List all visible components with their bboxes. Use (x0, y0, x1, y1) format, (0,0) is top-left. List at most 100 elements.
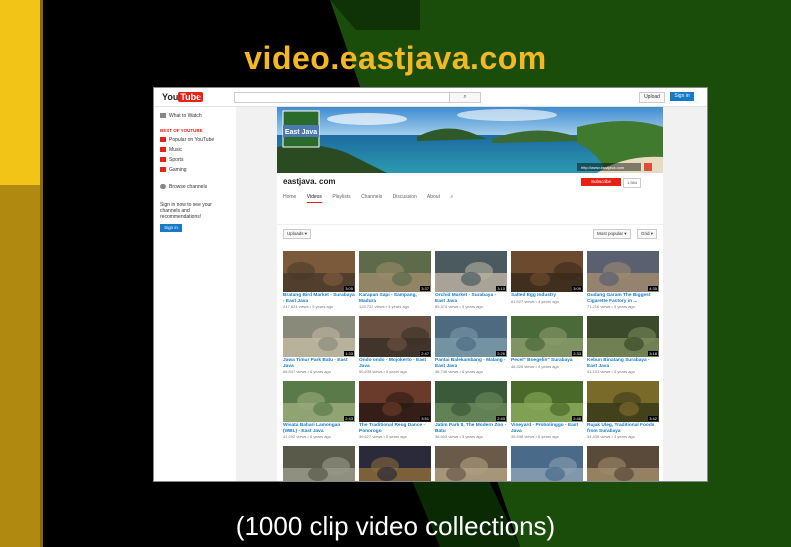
video-card[interactable]: 3:18 Kebun Binatang Surabaya - East Java 4… (587, 316, 659, 374)
sidebar-item-popular[interactable]: Popular on YouTube (160, 137, 214, 143)
tab-home[interactable]: Home (283, 194, 296, 200)
sidebar-item-music[interactable]: Music (160, 147, 182, 153)
video-duration: 2:30 (496, 481, 506, 482)
tab-videos[interactable]: Videos (306, 194, 322, 203)
sidebar-signin-button[interactable]: Sign in (160, 224, 182, 232)
video-thumbnail[interactable]: 2:33 (511, 316, 583, 357)
video-thumbnail[interactable]: 2:46 (511, 381, 583, 422)
sidebar-item-gaming[interactable]: Gaming (160, 167, 187, 173)
video-title[interactable]: The Traditional Reog Dance - Ponorogo (359, 423, 431, 434)
video-card[interactable]: 4:43Surabaya Over The Night (359, 446, 431, 482)
sidebar: What to Watch BEST OF YOUTUBE Popular on… (154, 107, 236, 481)
channel-name[interactable]: eastjava. com (283, 177, 335, 186)
video-card[interactable]: 1:33 Jawa Timur Park Batu - East Java 66,5… (283, 316, 355, 374)
video-title[interactable]: Ondo ondo - Mojokerto - East Java (359, 358, 431, 369)
video-thumbnail[interactable]: 4:35 (587, 251, 659, 292)
tab-channels[interactable]: Channels (361, 194, 382, 200)
view-dropdown[interactable]: Grid ▾ (637, 229, 658, 239)
video-duration: 3:09 (572, 286, 582, 291)
video-thumbnail[interactable]: 2:51 (587, 446, 659, 481)
subscribe-button[interactable]: Subscribe (581, 178, 621, 186)
video-thumbnail[interactable]: 3:48 (511, 446, 583, 481)
video-title[interactable]: Pecel" Boegelin" Surabaya (511, 358, 583, 364)
sort-dropdown[interactable]: Most popular ▾ (593, 229, 631, 239)
video-title[interactable]: Orchid Market - Surabaya - East Java (435, 293, 507, 304)
video-duration: 2:40 (496, 416, 506, 421)
uploads-dropdown[interactable]: Uploads ▾ (283, 229, 312, 239)
video-thumbnail[interactable]: 2:47 (359, 316, 431, 357)
tab-about[interactable]: About (427, 194, 440, 200)
video-thumbnail[interactable]: 3:18 (587, 316, 659, 357)
video-meta: 48,746 views • 6 years ago (435, 369, 483, 374)
video-card[interactable]: 2:43 Wisata Bahari Lamongan (WBL) - East … (283, 381, 355, 439)
video-duration: 4:43 (420, 481, 430, 482)
video-thumbnail[interactable]: 3:10 (435, 251, 507, 292)
video-card[interactable]: 3:10 Orchid Market - Surabaya - East Java… (435, 251, 507, 309)
video-title[interactable]: Karapan Sapi - Sampang, Madura (359, 293, 431, 304)
video-card[interactable]: 2:33 Pecel" Boegelin" Surabaya 46,326 view… (511, 316, 583, 369)
video-thumbnail[interactable]: 2:30 (435, 446, 507, 482)
banner-logo: East Java (285, 129, 317, 136)
sidebar-section-header: BEST OF YOUTUBE (160, 128, 203, 133)
sidebar-signin-text: Sign in now to see your channels and rec… (160, 202, 212, 220)
video-thumbnail[interactable]: 2:41 (283, 446, 355, 482)
video-thumbnail[interactable]: 4:43 (359, 446, 431, 482)
video-thumbnail[interactable]: 2:26 (435, 316, 507, 357)
video-card[interactable]: 2:40 Jatim Park II, The Modern Zoo - Batu… (435, 381, 507, 439)
video-card[interactable]: 2:51Nasi Serpeng Madura (587, 446, 659, 481)
video-title[interactable]: Vineyard - Probolinggo - East Java (511, 423, 583, 434)
video-card[interactable]: 2:47 Ondo ondo - Mojokerto - East Java 50,… (359, 316, 431, 374)
video-card[interactable]: 3:42 Rujak Uleg, Traditional Foods from S… (587, 381, 659, 439)
video-card[interactable]: 3:05 Bratang Bird Market - Surabaya - Eas… (283, 251, 355, 309)
subscriber-count: 1,584 (623, 178, 641, 188)
video-title[interactable]: Rujak Uleg, Traditional Foods from Surab… (587, 423, 659, 434)
sidebar-item-sports[interactable]: Sports (160, 157, 183, 163)
video-card[interactable]: 3:37 Karapan Sapi - Sampang, Madura 125,72… (359, 251, 431, 309)
signin-button[interactable]: Sign in (670, 92, 694, 101)
youtube-logo[interactable]: You Tube (162, 92, 204, 102)
video-card[interactable]: 3:51 The Traditional Reog Dance - Ponorog… (359, 381, 431, 439)
video-card[interactable]: 2:26 Pantai Balekambang - Malang - East J… (435, 316, 507, 374)
video-meta: 66,547 views • 6 years ago (283, 369, 331, 374)
video-card[interactable]: 2:30Tahu Campur - Lamongan ... (435, 446, 507, 482)
youtube-top-bar: You Tube ≡ ⌕ Upload Sign in (154, 88, 707, 107)
video-thumbnail[interactable]: 3:42 (587, 381, 659, 422)
video-title[interactable]: Gudang Garam The Biggest Cigarette Facto… (587, 293, 659, 304)
video-card[interactable]: 2:41Sugar Girl - Gresik - East ... (283, 446, 355, 482)
channel-search-icon[interactable]: ⌕ (450, 194, 453, 200)
video-thumbnail[interactable]: 3:05 (283, 251, 355, 292)
video-card[interactable]: 4:35 Gudang Garam The Biggest Cigarette F… (587, 251, 659, 309)
video-thumbnail[interactable]: 2:43 (283, 381, 355, 422)
sidebar-item-what-to-watch[interactable]: What to Watch (160, 113, 202, 119)
video-title[interactable]: Jatim Park II, The Modern Zoo - Batu (435, 423, 507, 434)
video-duration: 4:35 (648, 286, 658, 291)
video-title[interactable]: Pantai Balekambang - Malang - East Java (435, 358, 507, 369)
video-title[interactable]: Wisata Bahari Lamongan (WBL) - East Java (283, 423, 355, 434)
video-card[interactable]: 3:48Bull Race Ceremony (511, 446, 583, 481)
banner-link[interactable]: http://www.eastjava.com (581, 165, 625, 170)
music-icon (160, 147, 166, 153)
video-title[interactable]: Bratang Bird Market - Surabaya - East Ja… (283, 293, 355, 304)
video-duration: 2:41 (344, 481, 354, 482)
video-thumbnail[interactable]: 2:40 (435, 381, 507, 422)
video-thumbnail[interactable]: 3:09 (511, 251, 583, 292)
video-thumbnail[interactable]: 1:33 (283, 316, 355, 357)
video-thumbnail[interactable]: 3:51 (359, 381, 431, 422)
menu-icon[interactable]: ≡ (198, 92, 203, 102)
video-title[interactable]: Kebun Binatang Surabaya - East Java (587, 358, 659, 369)
subscribe-label: Subscribe (590, 179, 611, 184)
video-card[interactable]: 2:46 Vineyard - Probolinggo - East Java 35… (511, 381, 583, 439)
video-title[interactable]: Jawa Timur Park Batu - East Java (283, 358, 355, 369)
tab-playlists[interactable]: Playlists (332, 194, 350, 200)
sidebar-item-browse-channels[interactable]: Browse channels (160, 184, 207, 190)
video-thumbnail[interactable]: 3:37 (359, 251, 431, 292)
video-duration: 3:10 (496, 286, 506, 291)
search-button[interactable]: ⌕ (449, 92, 481, 103)
slide-caption: (1000 clip video collections) (235, 511, 556, 541)
tab-discussion[interactable]: Discussion (393, 194, 417, 200)
upload-button[interactable]: Upload (639, 92, 665, 103)
search-input[interactable] (234, 92, 450, 103)
channel-header: eastjava. com Subscribe 1,584 Home Video… (277, 173, 663, 224)
video-meta: 85,374 views • 5 years ago (435, 304, 483, 309)
video-card[interactable]: 3:09 Salted Egg Industry 81,927 views • 4 … (511, 251, 583, 304)
